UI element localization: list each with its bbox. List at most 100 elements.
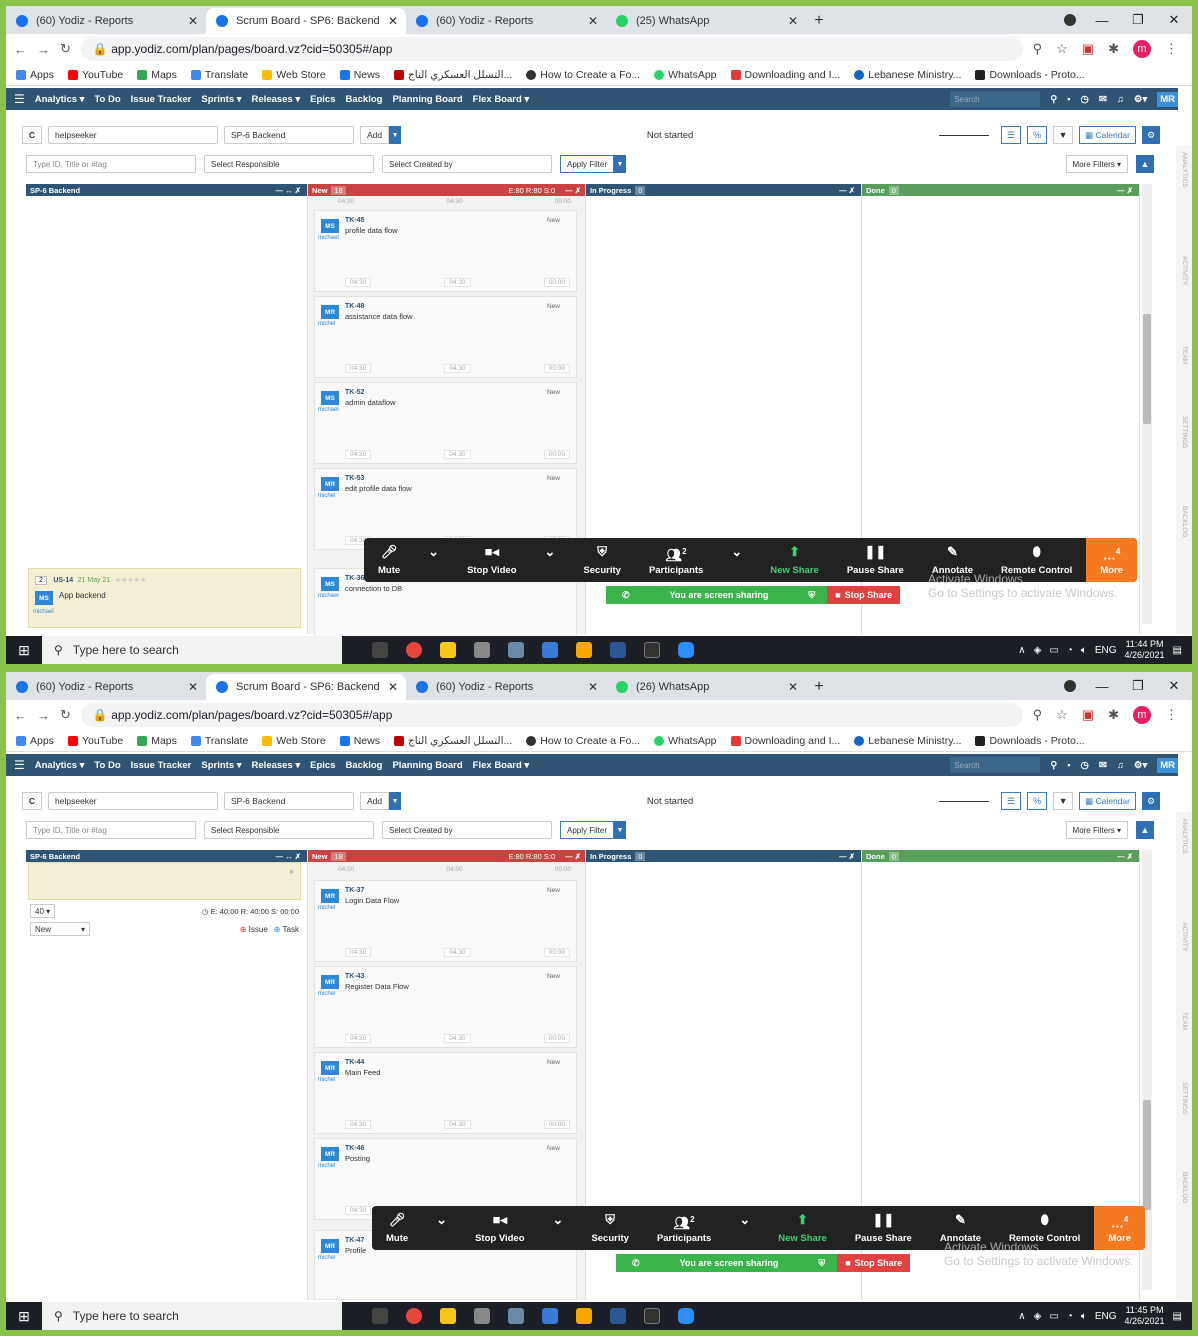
add-icon[interactable]: ▪	[1067, 94, 1070, 105]
word-icon[interactable]	[610, 642, 626, 658]
browser-tab[interactable]: (60) Yodiz - Reports ✕	[6, 8, 206, 34]
zoom-icon[interactable]: ⚲	[1033, 41, 1043, 57]
clock[interactable]: 11:45 PM 4/26/2021	[1125, 1305, 1165, 1327]
network-icon[interactable]: ◈	[1034, 1311, 1042, 1322]
forward-icon[interactable]: →	[37, 42, 50, 57]
menu-icon[interactable]: ⋮	[1165, 41, 1178, 57]
user-avatar[interactable]: MR	[1157, 757, 1178, 773]
search-icon[interactable]: ⚲	[1050, 94, 1057, 105]
bookmark-lebanese[interactable]: Lebanese Ministry...	[854, 735, 961, 747]
bookmark-whatsapp[interactable]: WhatsApp	[654, 69, 717, 81]
column-controls-icon[interactable]: — ✗	[565, 186, 585, 195]
task-card[interactable]: MR michel TK-43 Register Data Flow New 0…	[314, 966, 577, 1048]
close-tab-icon[interactable]: ✕	[588, 680, 598, 694]
back-icon[interactable]: ←	[14, 42, 27, 57]
scrollbar-thumb[interactable]	[1143, 1100, 1151, 1210]
task-card[interactable]: MS michael TK-45 profile data flow New 0…	[314, 210, 577, 292]
scrollbar-thumb[interactable]	[1143, 314, 1151, 424]
user-avatar[interactable]: MR	[1157, 91, 1178, 107]
close-tab-icon[interactable]: ✕	[388, 14, 398, 28]
link-icon[interactable]: %	[1027, 792, 1048, 810]
bookmark-youtube[interactable]: YouTube	[67, 735, 123, 747]
word-icon[interactable]	[610, 1308, 626, 1324]
column-controls-icon[interactable]: — ✗	[565, 852, 585, 861]
column-controls-icon[interactable]: — ↔ ✗	[276, 852, 307, 861]
created-by-select[interactable]: Select Created by	[382, 155, 552, 173]
stop-share-button[interactable]: ■ Stop Share	[837, 1254, 911, 1272]
bookmark-lebanese[interactable]: Lebanese Ministry...	[854, 69, 961, 81]
nav-planning-board[interactable]: Planning Board	[392, 760, 462, 771]
wifi-icon[interactable]: ◔	[1067, 645, 1073, 656]
nav-backlog[interactable]: Backlog	[346, 94, 383, 105]
apply-filter-button[interactable]: Apply Filter ▼	[560, 155, 627, 173]
new-tab-button[interactable]: +	[806, 8, 832, 34]
nav-analytics[interactable]: Analytics ▾	[35, 760, 85, 771]
close-tab-icon[interactable]: ✕	[788, 680, 798, 694]
zoom-icon[interactable]: ⚲	[1033, 707, 1043, 723]
remote-control-button[interactable]: ⬮ Remote Control	[987, 544, 1086, 576]
clock[interactable]: 11:44 PM 4/26/2021	[1125, 639, 1165, 661]
battery-icon[interactable]: ▭	[1049, 1311, 1058, 1322]
settings-app-icon[interactable]	[474, 1308, 490, 1324]
menu-icon[interactable]: ⋮	[1165, 707, 1178, 723]
bookmark-translate[interactable]: Translate	[190, 69, 248, 81]
app-icon[interactable]	[542, 1308, 558, 1324]
side-tab-settings[interactable]: SETTINGS	[1181, 1082, 1188, 1115]
nav-todo[interactable]: To Do	[94, 94, 120, 105]
reload-icon[interactable]: ↻	[60, 707, 71, 723]
browser-tab[interactable]: (26) WhatsApp ✕	[606, 674, 806, 700]
collapse-up-icon[interactable]: ▲	[1136, 821, 1154, 839]
chrome-icon[interactable]	[406, 642, 422, 658]
add-button[interactable]: Add ▼	[360, 792, 402, 810]
video-options-icon[interactable]: ⌄	[539, 1212, 578, 1244]
nav-epics[interactable]: Epics	[310, 94, 335, 105]
nav-planning-board[interactable]: Planning Board	[392, 94, 462, 105]
comment-icon[interactable]: ●	[289, 867, 294, 876]
battery-icon[interactable]: ▭	[1049, 645, 1058, 656]
timer-icon[interactable]: ◷	[1081, 760, 1089, 771]
settings-app-icon[interactable]	[474, 642, 490, 658]
taskbar-search[interactable]: ⚲ Type here to search	[42, 1302, 342, 1330]
annotate-button[interactable]: ✎ Annotate	[918, 544, 987, 576]
bookmark-translate[interactable]: Translate	[190, 735, 248, 747]
column-controls-icon[interactable]: — ↔ ✗	[276, 186, 307, 195]
nav-releases[interactable]: Releases ▾	[252, 760, 301, 771]
close-tab-icon[interactable]: ✕	[788, 14, 798, 28]
bookmark-news[interactable]: News	[339, 735, 380, 747]
user-story-card[interactable]: 2 US-14 21 May 21 ★★★★★ MS App backend m…	[28, 568, 301, 628]
extensions-icon[interactable]: ✱	[1108, 707, 1119, 723]
filter-icon[interactable]: ▼	[1053, 126, 1074, 144]
add-task-button[interactable]: ⊕ Task	[274, 925, 299, 934]
responsible-select[interactable]: Select Responsible	[204, 155, 374, 173]
close-tab-icon[interactable]: ✕	[188, 680, 198, 694]
new-share-button[interactable]: ⬆ New Share	[756, 544, 833, 576]
nav-sprints[interactable]: Sprints ▾	[201, 760, 241, 771]
close-window-button[interactable]: ✕	[1156, 672, 1192, 700]
task-card[interactable]: MR michel TK-37 Login Data Flow New 04:3…	[314, 880, 577, 962]
column-controls-icon[interactable]: — ✗	[1117, 852, 1139, 861]
filter-icon[interactable]: ▼	[1053, 792, 1074, 810]
nav-releases[interactable]: Releases ▾	[252, 94, 301, 105]
pause-share-button[interactable]: ❚❚ Pause Share	[833, 544, 918, 576]
browser-tab-active[interactable]: Scrum Board - SP6: Backend ✕	[206, 8, 406, 34]
hamburger-icon[interactable]: ☰	[14, 758, 25, 772]
bookmark-apps[interactable]: Apps	[16, 735, 54, 747]
bookmark-whatsapp[interactable]: WhatsApp	[654, 735, 717, 747]
side-tab-analytics[interactable]: ANALYTICS	[1181, 818, 1188, 854]
forward-icon[interactable]: →	[37, 708, 50, 723]
nav-todo[interactable]: To Do	[94, 760, 120, 771]
url-field[interactable]: 🔒 app.yodiz.com/plan/pages/board.vz?cid=…	[80, 703, 1023, 727]
bell-icon[interactable]: ♫	[1117, 760, 1124, 771]
collapse-up-icon[interactable]: ▲	[1136, 155, 1154, 173]
participants-options-icon[interactable]: ⌄	[725, 1212, 764, 1244]
participants-options-icon[interactable]: ⌄	[717, 544, 756, 576]
project-select[interactable]: helpseeker	[48, 792, 218, 810]
taskbar-search[interactable]: ⚲ Type here to search	[42, 636, 342, 664]
bookmark-webstore[interactable]: Web Store	[262, 735, 326, 747]
add-button[interactable]: Add ▼	[360, 126, 402, 144]
file-explorer-icon[interactable]	[440, 1308, 456, 1324]
chrome-icon[interactable]	[406, 1308, 422, 1324]
browser-tab[interactable]: (60) Yodiz - Reports ✕	[6, 674, 206, 700]
column-controls-icon[interactable]: — ✗	[839, 852, 861, 861]
bookmark-star-icon[interactable]: ☆	[1056, 707, 1068, 723]
